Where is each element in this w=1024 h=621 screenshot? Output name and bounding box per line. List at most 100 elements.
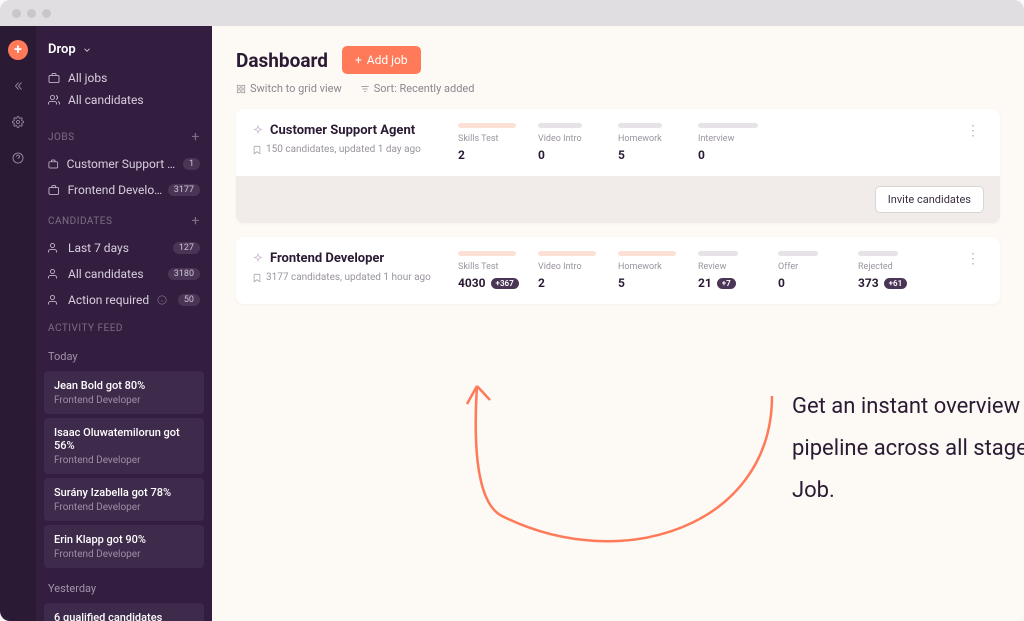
icon-rail: + [0,26,36,621]
sparkle-icon [252,125,264,137]
stage-label: Rejected [858,262,926,272]
bookmark-icon [252,273,262,283]
sort-icon [360,84,370,94]
sidebar-item-label: Action required [68,293,149,307]
stage-value: 0 [778,276,846,290]
stage-label: Video Intro [538,134,606,144]
stage-bar [458,123,516,128]
briefcase-icon [48,72,60,84]
users-icon [48,94,60,106]
card-menu-button[interactable]: ⋮ [962,123,984,139]
count-badge: 127 [173,242,200,254]
stage-bar [618,123,662,128]
delta-pill: +7 [717,278,736,289]
stage-label: Interview [698,134,766,144]
stage-value: 2 [538,276,606,290]
stage-bar [618,251,676,256]
stage-label: Skills Test [458,134,526,144]
pipeline-stage[interactable]: Homework 5 [618,123,686,162]
stage-bar [698,251,738,256]
nav-all-jobs[interactable]: All jobs [48,71,200,85]
pipeline-stage[interactable]: Review 21+7 [698,251,766,290]
count-badge: 3177 [168,184,200,196]
section-activity-header: ACTIVITY FEED [36,313,212,340]
stage-label: Homework [618,134,686,144]
job-name[interactable]: Customer Support Agent [252,123,438,138]
count-badge: 1 [183,158,200,170]
page-title: Dashboard [236,49,328,72]
nav-label: All candidates [68,93,144,107]
pipeline-stage[interactable]: Skills Test 2 [458,123,526,162]
sidebar-item-label: Last 7 days [68,241,129,255]
sidebar: Drop All jobs All candidates JOBS + Cust… [36,26,212,621]
stage-label: Review [698,262,766,272]
add-button[interactable]: + [8,40,28,60]
activity-feed-card[interactable]: Erin Klapp got 90%Frontend Developer [44,525,204,568]
nav-label: All jobs [68,71,107,85]
switch-view-button[interactable]: Switch to grid view [236,82,342,95]
stage-value: 5 [618,148,686,162]
pipeline-stage[interactable]: Video Intro 2 [538,251,606,290]
sidebar-job-item[interactable]: Frontend Developer3177 [36,177,212,203]
job-meta: 150 candidates, updated 1 day ago [252,144,438,155]
pipeline-stage[interactable]: Rejected 373+61 [858,251,926,290]
bookmark-icon [252,145,262,155]
traffic-light-max[interactable] [42,9,51,18]
traffic-light-close[interactable] [12,9,21,18]
activity-title: Erin Klapp got 90% [54,533,194,546]
users-icon [48,294,60,306]
stage-value: 2 [458,148,526,162]
delta-pill: +61 [884,278,908,289]
traffic-light-min[interactable] [27,9,36,18]
sidebar-item-label: Frontend Developer [68,183,168,197]
section-label: JOBS [48,132,75,143]
nav-all-candidates[interactable]: All candidates [48,93,200,107]
stage-value: 0 [698,148,766,162]
section-jobs-header: JOBS + [36,119,212,151]
activity-title: Isaac Oluwatemilorun got 56% [54,426,194,452]
stage-bar [458,251,516,256]
add-job-button[interactable]: + Add job [342,46,421,74]
sort-button[interactable]: Sort: Recently added [360,82,475,95]
overlay-annotation-text: Get an instant overview of your hiring p… [792,386,1024,511]
add-job-label: Add job [367,53,408,67]
sidebar-job-item[interactable]: Customer Support Agent1 [36,151,212,177]
briefcase-icon [48,184,60,196]
activity-subtitle: Frontend Developer [54,502,194,513]
briefcase-icon [48,158,59,170]
pipeline-stage[interactable]: Interview 0 [698,123,766,162]
sidebar-item-label: All candidates [68,267,144,281]
activity-feed-card[interactable]: Surány Izabella got 78% Frontend Develope… [44,478,204,521]
feed-day-yesterday: Yesterday [36,572,212,599]
pipeline-stage[interactable]: Video Intro 0 [538,123,606,162]
activity-title: Surány Izabella got 78% [54,486,194,499]
workspace-switcher[interactable]: Drop [36,36,212,71]
add-job-icon[interactable]: + [192,129,200,145]
sort-label: Sort: Recently added [374,82,475,95]
sidebar-candidate-filter[interactable]: All candidates 3180 [36,261,212,287]
pipeline-stage[interactable]: Homework 5 [618,251,686,290]
stage-label: Homework [618,262,686,272]
pipeline-stage[interactable]: Offer 0 [778,251,846,290]
activity-feed-card[interactable]: Jean Bold got 80%Frontend Developer [44,371,204,414]
workspace-name: Drop [48,42,76,57]
collapse-icon[interactable] [12,80,24,96]
count-badge: 3180 [168,268,200,280]
activity-feed-card[interactable]: 6 qualified candidatesFrontend Developer [44,603,204,621]
settings-icon[interactable] [12,116,24,132]
invite-candidates-button[interactable]: Invite candidates [875,186,984,213]
activity-feed-card[interactable]: Isaac Oluwatemilorun got 56%Frontend Dev… [44,418,204,474]
help-icon[interactable] [12,152,24,168]
delta-pill: +367 [491,278,519,289]
job-name[interactable]: Frontend Developer [252,251,438,266]
pipeline-stage[interactable]: Skills Test 4030+367 [458,251,526,290]
stage-bar [538,251,596,256]
card-menu-button[interactable]: ⋮ [962,251,984,267]
info-icon [157,295,167,305]
sidebar-candidate-filter[interactable]: Action required50 [36,287,212,313]
sidebar-candidate-filter[interactable]: Last 7 days 127 [36,235,212,261]
add-candidate-filter-icon[interactable]: + [192,213,200,229]
stage-bar [858,251,898,256]
job-card: Customer Support Agent 150 candidates, u… [236,109,1000,223]
sparkle-icon [252,253,264,265]
